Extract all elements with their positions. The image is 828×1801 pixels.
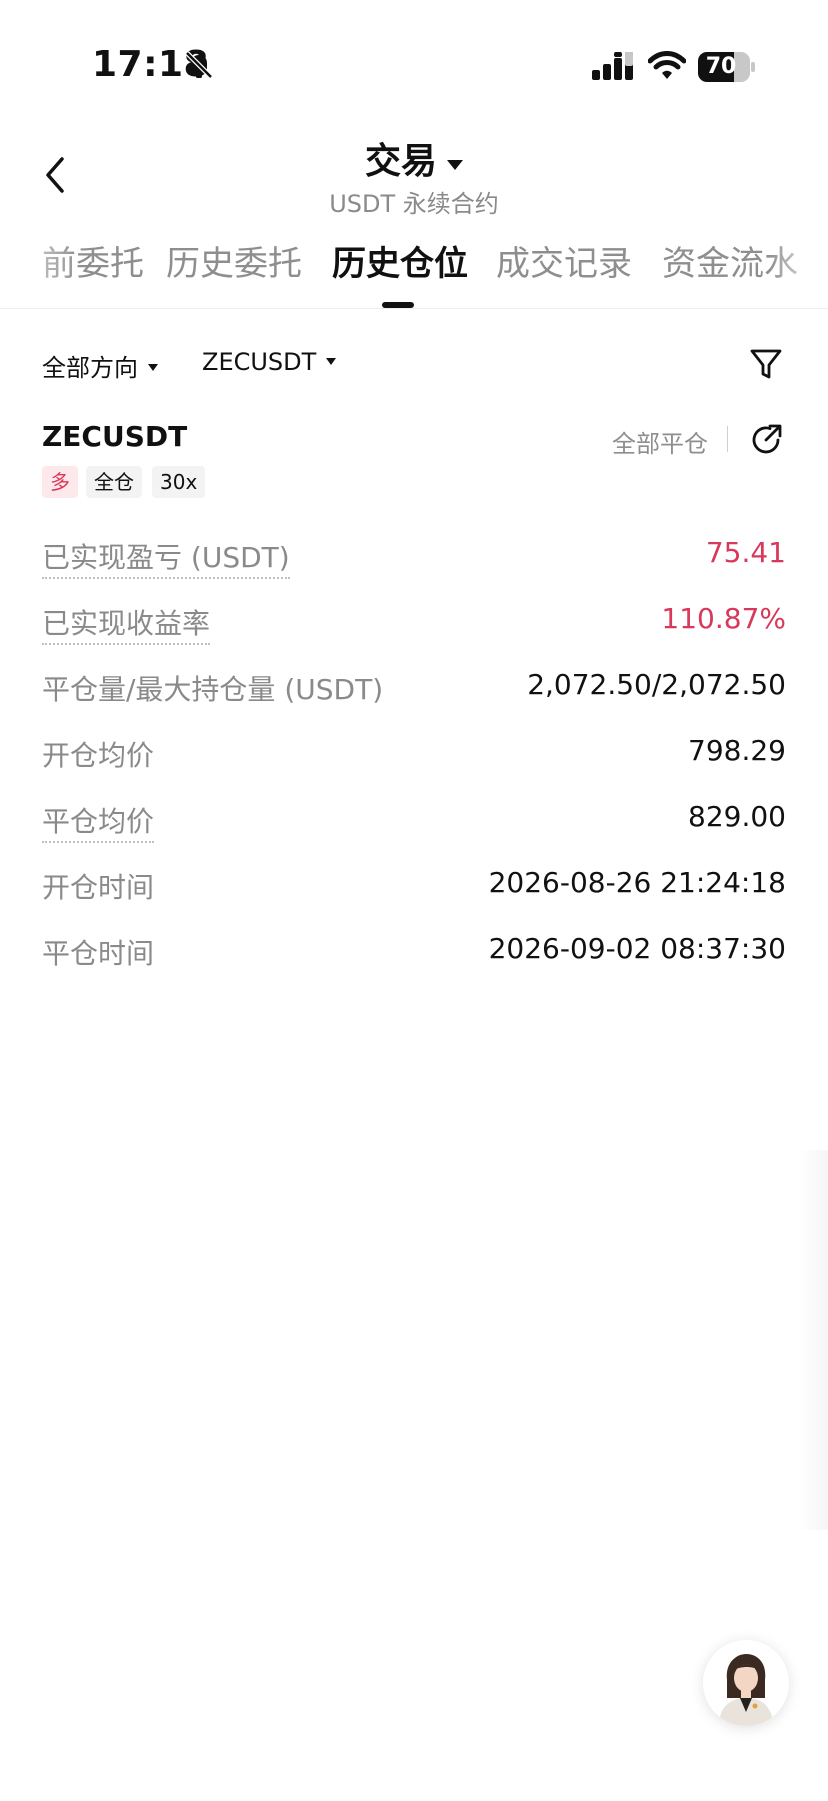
realized-pnl-label[interactable]: 已实现盈亏 (USDT): [42, 536, 290, 579]
open-time-value: 2026-08-26 21:24:18: [488, 866, 786, 899]
direction-filter-label: 全部方向: [42, 354, 138, 382]
page-title-dropdown[interactable]: 交易: [0, 132, 828, 184]
close-time-label: 平仓时间: [42, 937, 155, 970]
caret-down-icon: [447, 159, 463, 170]
tab-order-history[interactable]: 历史委托: [166, 236, 302, 285]
close-time-value: 2026-09-02 08:37:30: [488, 932, 786, 965]
position-symbol: ZECUSDT: [42, 420, 188, 453]
support-avatar-icon: [703, 1640, 789, 1726]
status-bar: 17:18 70: [0, 0, 828, 120]
divider: [0, 308, 828, 309]
caret-down-icon: [148, 363, 158, 371]
open-avg-price-label: 开仓均价: [42, 739, 155, 772]
tab-position-history[interactable]: 历史仓位: [332, 236, 468, 285]
leverage-tag: 30x: [152, 466, 206, 498]
realized-roi-label[interactable]: 已实现收益率: [42, 602, 211, 645]
bell-slash-icon: [185, 51, 213, 79]
battery-level: 70: [705, 54, 737, 79]
open-time-label: 开仓时间: [42, 871, 155, 904]
share-arrow-icon[interactable]: [748, 422, 784, 458]
close-avg-price-value: 829.00: [688, 800, 786, 833]
side-tag: 多: [42, 466, 78, 498]
realized-roi-value: 110.87%: [661, 602, 786, 635]
caret-down-icon: [326, 357, 337, 365]
funnel-icon[interactable]: [748, 346, 784, 382]
margin-mode-tag: 全仓: [86, 466, 142, 498]
tab-trade-records[interactable]: 成交记录: [496, 236, 632, 285]
closed-volume-label: 平仓量/最大持仓量 (USDT): [42, 673, 384, 706]
edge-shadow: [798, 1150, 828, 1530]
page-title: 交易: [364, 141, 437, 182]
open-avg-price-value: 798.29: [688, 734, 786, 767]
symbol-filter[interactable]: ZECUSDT: [202, 348, 337, 376]
close-type-label: 全部平仓: [612, 430, 708, 458]
closed-volume-value: 2,072.50/2,072.50: [527, 668, 786, 701]
support-avatar-button[interactable]: [703, 1640, 789, 1726]
wifi-icon: [648, 51, 686, 79]
signal-icon: [592, 52, 633, 80]
symbol-filter-label: ZECUSDT: [202, 348, 317, 376]
close-avg-price-label[interactable]: 平仓均价: [42, 800, 155, 843]
battery-indicator: 70: [698, 52, 755, 82]
page-subtitle: USDT 永续合约: [329, 190, 499, 218]
realized-pnl-value: 75.41: [705, 536, 786, 569]
direction-filter[interactable]: 全部方向: [42, 348, 158, 383]
tab-bar: 前委托 历史委托 历史仓位 成交记录 资金流水: [0, 236, 828, 306]
separator: [727, 426, 728, 452]
